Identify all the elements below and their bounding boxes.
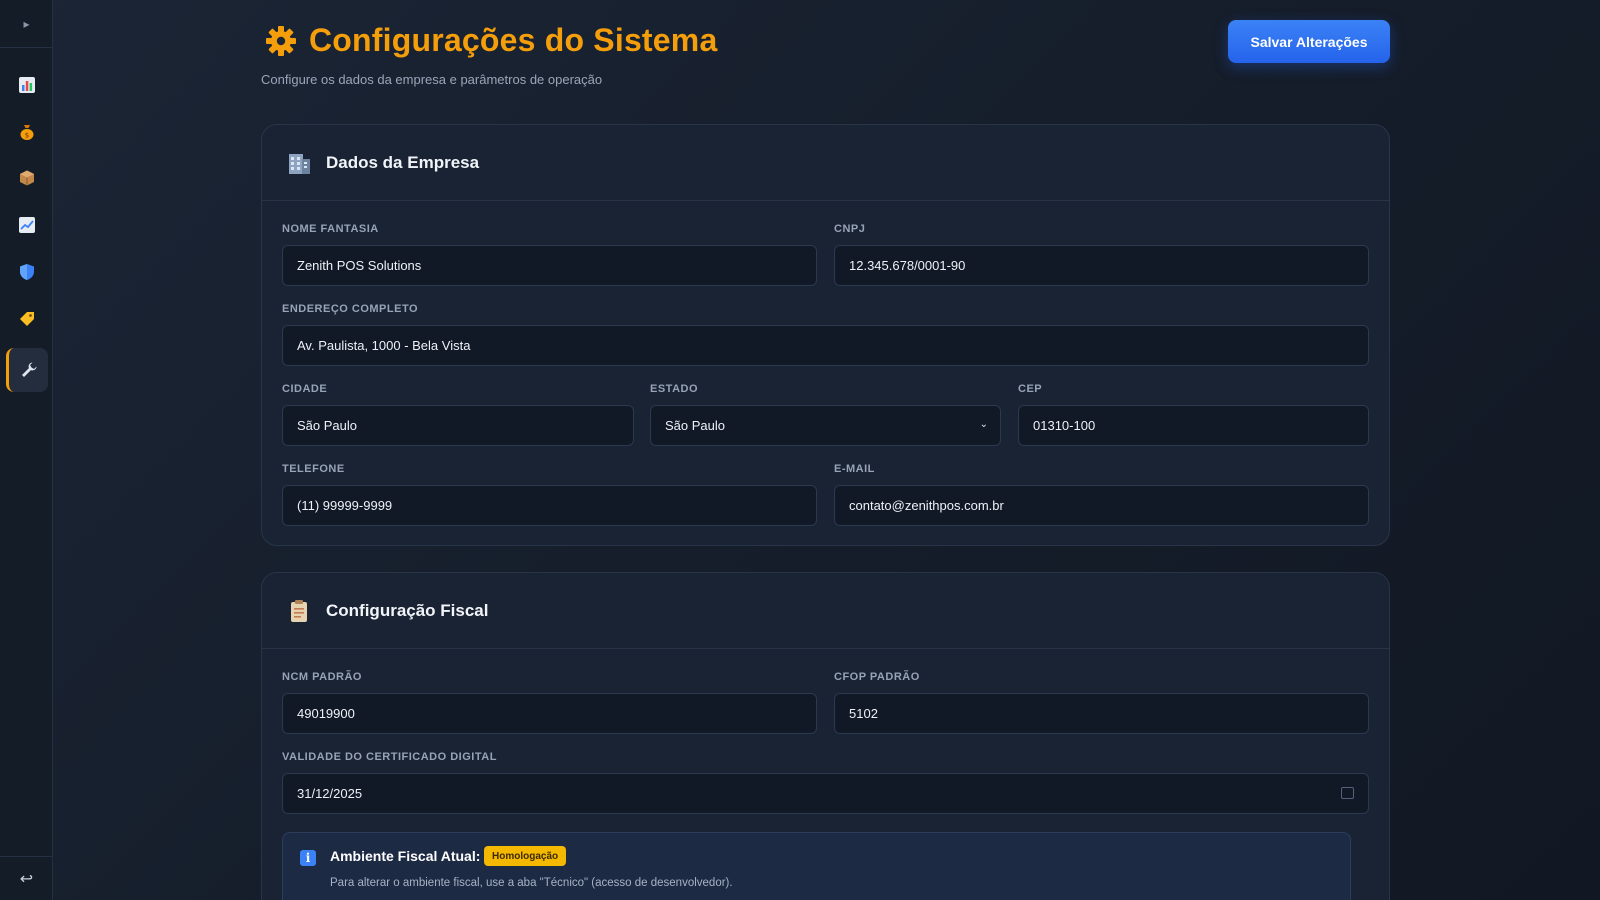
field-label: CNPJ — [834, 223, 866, 235]
field-label: NCM PADRÃO — [282, 671, 362, 683]
page-header: Configurações do Sistema — [265, 22, 717, 59]
sidebar-item-security[interactable] — [7, 252, 47, 292]
return-icon: ↩ — [19, 870, 34, 888]
field-label: CEP — [1018, 383, 1043, 395]
chevron-down-icon: ⌄ — [979, 419, 988, 430]
email-input[interactable]: contato@zenithpos.com.br — [834, 485, 1369, 526]
expand-icon: ▸ — [23, 16, 30, 31]
sidebar-item-settings[interactable] — [6, 348, 48, 392]
building-icon — [286, 150, 312, 176]
bar-chart-icon — [19, 77, 35, 93]
cidade-field: CIDADE São Paulo — [282, 383, 634, 446]
sidebar-item-dashboard[interactable] — [7, 65, 47, 105]
money-bag-icon: $ — [20, 125, 34, 140]
field-label: ESTADO — [650, 383, 699, 395]
sidebar-item-promotions[interactable] — [7, 299, 47, 339]
logout-button[interactable]: ↩ — [0, 856, 53, 900]
package-icon — [20, 170, 34, 186]
cnpj-field: CNPJ 12.345.678/0001-90 — [834, 223, 1369, 286]
validade-field: VALIDADE DO CERTIFICADO DIGITAL 31/12/20… — [282, 751, 1369, 814]
nome-fantasia-input[interactable]: Zenith POS Solutions — [282, 245, 817, 286]
field-label: CIDADE — [282, 383, 328, 395]
telefone-field: TELEFONE (11) 99999-9999 — [282, 463, 817, 526]
ncm-input[interactable]: 49019900 — [282, 693, 817, 734]
save-changes-button[interactable]: Salvar Alterações — [1228, 20, 1390, 63]
cep-field: CEP 01310-100 — [1018, 383, 1369, 446]
calendar-icon[interactable] — [1341, 787, 1354, 799]
endereco-field: ENDEREÇO COMPLETO Av. Paulista, 1000 - B… — [282, 303, 1369, 366]
field-label: NOME FANTASIA — [282, 223, 379, 235]
card-header: Dados da Empresa — [262, 125, 1389, 201]
page-title: Configurações do Sistema — [309, 22, 718, 58]
cfop-input[interactable]: 5102 — [834, 693, 1369, 734]
card-header: Configuração Fiscal — [262, 573, 1389, 649]
endereco-input[interactable]: Av. Paulista, 1000 - Bela Vista — [282, 325, 1369, 366]
card-title: Configuração Fiscal — [326, 600, 489, 620]
sidebar-item-reports[interactable] — [7, 205, 47, 245]
fiscal-environment-info: i Ambiente Fiscal Atual: Homologação Par… — [282, 832, 1351, 900]
cep-input[interactable]: 01310-100 — [1018, 405, 1369, 446]
field-label: VALIDADE DO CERTIFICADO DIGITAL — [282, 751, 497, 763]
estado-select[interactable]: São Paulo ⌄ — [650, 405, 1001, 446]
estado-selected-value: São Paulo — [665, 418, 725, 433]
info-title: Ambiente Fiscal Atual: — [330, 848, 481, 864]
cidade-input[interactable]: São Paulo — [282, 405, 634, 446]
telefone-input[interactable]: (11) 99999-9999 — [282, 485, 817, 526]
ncm-field: NCM PADRÃO 49019900 — [282, 671, 817, 734]
wrench-icon — [21, 362, 36, 377]
page-subtitle: Configure os dados da empresa e parâmetr… — [261, 72, 603, 87]
status-badge: Homologação — [484, 846, 567, 866]
field-label: CFOP PADRÃO — [834, 671, 920, 683]
info-icon: i — [300, 850, 316, 866]
field-label: ENDEREÇO COMPLETO — [282, 303, 419, 315]
company-data-card: Dados da Empresa NOME FANTASIA Zenith PO… — [261, 124, 1390, 546]
svg-text:$: $ — [25, 132, 29, 140]
cfop-field: CFOP PADRÃO 5102 — [834, 671, 1369, 734]
field-label: E-MAIL — [834, 463, 875, 475]
shield-icon — [20, 264, 34, 280]
sidebar-item-inventory[interactable] — [7, 158, 47, 198]
cnpj-input[interactable]: 12.345.678/0001-90 — [834, 245, 1369, 286]
tag-icon — [20, 312, 34, 326]
estado-field: ESTADO São Paulo ⌄ — [650, 383, 1001, 446]
field-label: TELEFONE — [282, 463, 345, 475]
sidebar-item-finance[interactable]: $ — [7, 112, 47, 152]
gear-icon — [266, 25, 296, 56]
email-field: E-MAIL contato@zenithpos.com.br — [834, 463, 1369, 526]
validade-date-input[interactable]: 31/12/2025 — [282, 773, 1369, 814]
line-chart-icon — [19, 217, 35, 233]
sidebar-toggle-button[interactable]: ▸ — [0, 0, 53, 48]
info-description: Para alterar o ambiente fiscal, use a ab… — [330, 877, 733, 889]
card-title: Dados da Empresa — [326, 152, 480, 172]
date-value: 31/12/2025 — [297, 786, 363, 801]
nome-fantasia-field: NOME FANTASIA Zenith POS Solutions — [282, 223, 817, 286]
clipboard-icon — [286, 598, 312, 624]
fiscal-config-card: Configuração Fiscal NCM PADRÃO 49019900 … — [261, 572, 1390, 900]
sidebar: ▸ $ ↩ — [0, 0, 53, 900]
